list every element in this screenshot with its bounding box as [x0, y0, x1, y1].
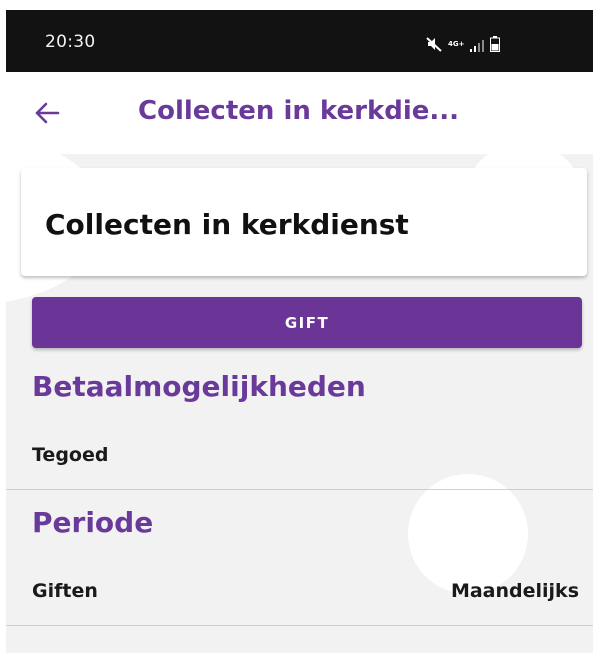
signal-icon — [470, 40, 485, 52]
period-row-value[interactable]: Maandelijks — [451, 580, 579, 602]
status-icons: 4G+ — [426, 36, 501, 52]
background-decoration — [408, 474, 528, 594]
gift-button[interactable]: GIFT — [32, 297, 582, 348]
period-row-label: Giften — [32, 580, 98, 602]
mute-icon — [426, 36, 442, 52]
payment-options-heading: Betaalmogelijkheden — [32, 370, 366, 403]
status-time: 20:30 — [45, 32, 96, 52]
divider — [6, 489, 593, 490]
payment-option-credit[interactable]: Tegoed — [32, 444, 108, 466]
app-bar: Collecten in kerkdie... — [6, 72, 593, 154]
top-margin — [0, 0, 593, 10]
status-bar: 20:30 4G+ — [6, 10, 593, 72]
collection-title: Collecten in kerkdienst — [45, 208, 409, 241]
divider — [6, 625, 593, 626]
battery-icon — [490, 36, 501, 52]
network-type-label: 4G+ — [448, 40, 465, 48]
screen: 20:30 4G+ Collecten in kerkdie... Collec… — [0, 0, 593, 653]
content-area: Collecten in kerkdienst GIFT Betaalmogel… — [6, 154, 593, 653]
page-title: Collecten in kerkdie... — [138, 96, 460, 126]
arrow-left-icon[interactable] — [34, 100, 60, 126]
period-heading: Periode — [32, 506, 154, 539]
collection-title-card: Collecten in kerkdienst — [21, 168, 587, 276]
